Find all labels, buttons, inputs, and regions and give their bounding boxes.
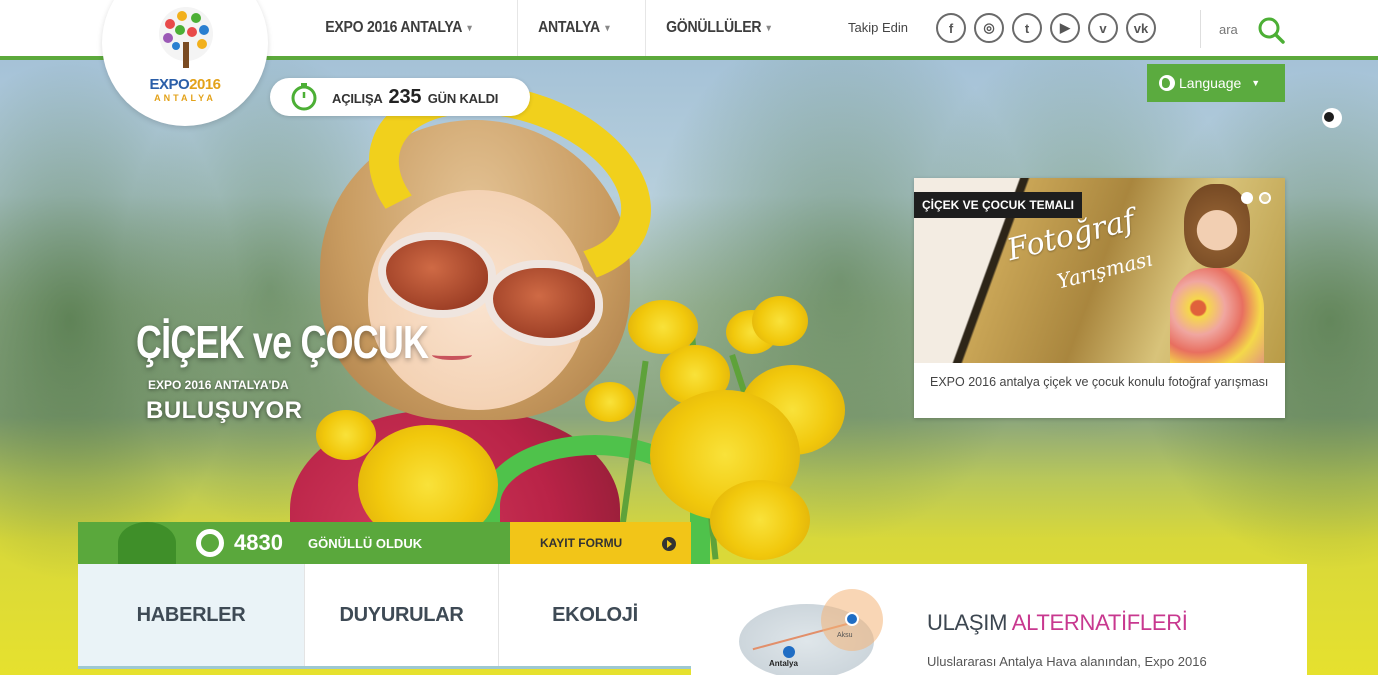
map-label: Antalya — [769, 659, 798, 668]
slider-pause-button[interactable] — [1322, 108, 1342, 128]
logo-subtitle: ANTALYA — [154, 93, 216, 103]
nav-item-volunteers[interactable]: GÖNÜLLÜLER ▾ — [645, 0, 791, 56]
volunteer-count: 4830 — [234, 530, 283, 555]
twitter-icon[interactable]: t — [1012, 13, 1042, 43]
countdown-text: AÇILIŞA 235 GÜN KALDI — [332, 85, 499, 108]
tab-news[interactable]: HABERLER — [78, 564, 305, 666]
dandelion — [316, 410, 376, 460]
slide-pagination — [1241, 192, 1271, 204]
caret-down-icon: ▾ — [605, 22, 610, 34]
hero-title: ÇİÇEK ve ÇOCUK — [136, 316, 429, 368]
volunteer-graphic-icon — [118, 522, 176, 564]
slide-dot[interactable] — [1259, 192, 1271, 204]
facebook-icon[interactable]: f — [936, 13, 966, 43]
hero-subtitle: EXPO 2016 ANTALYA'DA — [148, 378, 289, 392]
follow-label: Takip Edin — [848, 20, 908, 35]
slide-caption: EXPO 2016 antalya çiçek ve çocuk konulu … — [930, 375, 1269, 389]
map-label: Aksu — [837, 632, 853, 639]
map-pin-icon — [845, 612, 859, 626]
caret-down-icon: ▾ — [766, 22, 771, 34]
slide-girl-photo — [1162, 184, 1272, 363]
nav-label: GÖNÜLLÜLER — [666, 19, 762, 36]
register-form-button[interactable]: KAYIT FORMU — [510, 522, 691, 564]
countdown-badge: AÇILIŞA 235 GÜN KALDI — [270, 78, 530, 116]
arrow-right-icon — [662, 537, 676, 551]
transport-text: Uluslararası Antalya Hava alanından, Exp… — [927, 654, 1207, 669]
content-tabs: HABERLER DUYURULAR EKOLOJİ — [78, 564, 691, 669]
ring-icon — [196, 529, 224, 557]
stopwatch-icon — [291, 83, 317, 111]
nav-item-antalya[interactable]: ANTALYA ▾ — [517, 0, 630, 56]
search-icon[interactable] — [1256, 15, 1286, 45]
tab-announcements[interactable]: DUYURULAR — [305, 564, 499, 666]
social-links: f ◎ t ▶ v vk — [936, 13, 1156, 43]
instagram-icon[interactable]: ◎ — [974, 13, 1004, 43]
logo-wordmark: EXPO2016 — [149, 76, 221, 93]
map-pin-icon — [783, 646, 795, 658]
volunteer-text: GÖNÜLLÜ OLDUK — [308, 536, 423, 551]
hero-headline: BULUŞUYOR — [146, 397, 303, 424]
search-label[interactable]: ara — [1219, 22, 1238, 37]
transport-title: ULAŞIM ALTERNATİFLERİ — [927, 610, 1188, 635]
vimeo-icon[interactable]: v — [1088, 13, 1118, 43]
language-dropdown[interactable]: Language ▼ — [1147, 64, 1285, 102]
divider — [1200, 10, 1201, 48]
nav-label: ANTALYA — [538, 19, 601, 36]
featured-slide-card[interactable]: Fotoğraf Yarışması ÇİÇEK VE ÇOCUK TEMALI… — [914, 178, 1285, 418]
tab-ecology[interactable]: EKOLOJİ — [499, 564, 691, 666]
youtube-icon[interactable]: ▶ — [1050, 13, 1080, 43]
dandelion — [710, 480, 810, 560]
slide-dot[interactable] — [1241, 192, 1253, 204]
register-label: KAYIT FORMU — [540, 536, 623, 550]
girl-mouth — [432, 350, 472, 360]
caret-down-icon: ▼ — [1251, 78, 1261, 88]
slide-image: Fotoğraf Yarışması ÇİÇEK VE ÇOCUK TEMALI — [914, 178, 1285, 363]
tree-logo-icon — [159, 7, 213, 68]
transport-panel[interactable]: Aksu Antalya ULAŞIM ALTERNATİFLERİ Ulusl… — [691, 564, 1307, 675]
dandelion — [585, 382, 635, 422]
main-nav: EXPO 2016 ANTALYA ▾ ANTALYA ▾ GÖNÜLLÜLER ▾ — [305, 0, 811, 56]
caret-down-icon: ▾ — [467, 22, 472, 34]
slide-tag: ÇİÇEK VE ÇOCUK TEMALI — [914, 192, 1083, 218]
nav-label: EXPO 2016 ANTALYA — [325, 19, 463, 36]
globe-icon — [1159, 75, 1175, 91]
vk-icon[interactable]: vk — [1126, 13, 1156, 43]
dandelion — [752, 296, 808, 346]
volunteer-bar: 4830 GÖNÜLLÜ OLDUK — [78, 522, 510, 564]
language-label: Language — [1179, 75, 1242, 91]
nav-item-expo[interactable]: EXPO 2016 ANTALYA ▾ — [305, 0, 492, 56]
